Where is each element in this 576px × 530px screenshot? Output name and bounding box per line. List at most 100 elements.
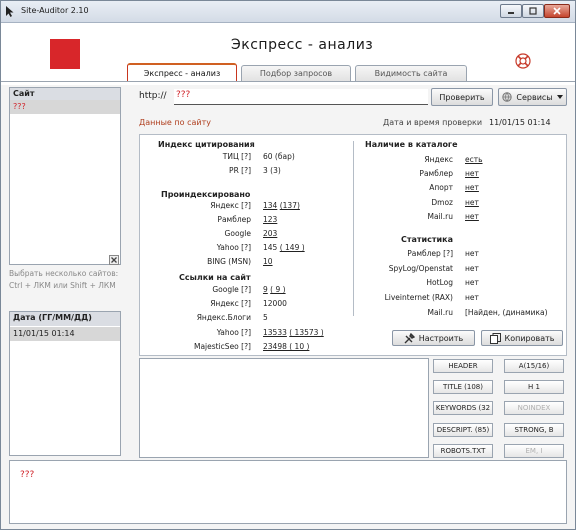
links-yandex-blogs-value: 5 [263, 313, 268, 322]
stats-title: Статистика [401, 235, 453, 244]
tab-express-analysis[interactable]: Экспресс - анализ [127, 63, 237, 82]
robots-txt-button[interactable]: ROBOTS.TXT [433, 444, 493, 458]
date-list-item[interactable]: 11/01/15 01:14 [10, 327, 120, 341]
keywords-tag-button[interactable]: KEYWORDS (32 [433, 401, 493, 415]
pr-value: 3 (3) [263, 166, 281, 175]
strong-tag-button[interactable]: STRONG, B [504, 423, 564, 437]
citation-title: Индекс цитирования [158, 140, 255, 149]
copy-button[interactable]: Копировать [481, 330, 563, 346]
description-tag-button[interactable]: DESCRIPT. (85) [433, 423, 493, 437]
noindex-tag-button[interactable]: NOINDEX [504, 401, 564, 415]
close-icon [553, 7, 561, 15]
multi-select-hint-2: Ctrl + ЛКМ или Shift + ЛКМ [9, 281, 116, 290]
indexed-google-value[interactable]: 203 [263, 229, 277, 238]
minimize-icon [508, 12, 514, 14]
url-prefix-label: http:// [139, 91, 167, 101]
copy-icon [489, 332, 501, 344]
dates-header: Дата (ГГ/ММ/ДД) [10, 312, 120, 326]
indexed-yandex-value[interactable]: 134 (137) [263, 201, 300, 210]
tab-site-visibility[interactable]: Видимость сайта [355, 65, 467, 81]
maximize-icon [529, 7, 537, 15]
minimize-button[interactable] [500, 4, 522, 18]
links-majestic-label: MajesticSeo [?] [193, 342, 251, 351]
indexed-rambler-value[interactable]: 123 [263, 215, 277, 224]
stats-spylog-label: SpyLog/Openstat [388, 264, 453, 273]
app-window: Site-Auditor 2.10 Экспресс - анализ Эксп… [0, 0, 576, 530]
catalog-rambler-label: Рамблер [419, 169, 453, 178]
catalog-yandex-label: Яндекс [424, 155, 453, 164]
check-button[interactable]: Проверить [431, 88, 493, 106]
chevron-down-icon [556, 95, 563, 99]
url-input[interactable]: ??? [174, 89, 428, 105]
status-text: ??? [20, 470, 35, 480]
services-label: Сервисы [516, 92, 553, 102]
catalogs-title: Наличие в каталоге [365, 140, 458, 149]
links-google-value[interactable]: 9 ( 9 ) [263, 285, 286, 294]
indexed-bing-label: BING (MSN) [207, 257, 251, 266]
settings-button[interactable]: Настроить [392, 330, 475, 346]
stats-mailru-label: Mail.ru [427, 308, 453, 317]
stats-hotlog-label: HotLog [426, 278, 453, 287]
title-bar: Site-Auditor 2.10 [1, 1, 575, 23]
catalog-dmoz-value[interactable]: нет [465, 198, 479, 207]
page-title: Экспресс - анализ [231, 37, 374, 53]
header-tag-button[interactable]: HEADER [433, 359, 493, 373]
site-name: ??? [13, 102, 26, 111]
links-majestic-value[interactable]: 23498 ( 10 ) [263, 342, 309, 351]
services-button[interactable]: Сервисы [498, 88, 567, 106]
delete-site-icon[interactable] [109, 255, 119, 265]
catalog-aport-value[interactable]: нет [465, 183, 479, 192]
tab-query-selection[interactable]: Подбор запросов [241, 65, 351, 81]
catalog-yandex-value[interactable]: есть [465, 155, 483, 164]
tools-icon [404, 332, 415, 343]
app-logo [50, 39, 80, 69]
stats-mailru-value[interactable]: [Найден, (динамика) [465, 308, 548, 317]
status-area: ??? [9, 460, 567, 524]
links-yahoo-label: Yahoo [?] [216, 328, 251, 337]
indexed-yandex-label: Яндекс [?] [210, 201, 251, 210]
stats-liveinternet-value: нет [465, 293, 479, 302]
tab-divider [1, 81, 575, 82]
dates-panel: Дата (ГГ/ММ/ДД) 11/01/15 01:14 [9, 311, 121, 456]
title-tag-button[interactable]: TITLE (108) [433, 380, 493, 394]
em-tag-button[interactable]: EM, I [504, 444, 564, 458]
links-yandex-value: 12000 [263, 299, 287, 308]
stats-liveinternet-label: Liveinternet (RAX) [384, 293, 453, 302]
cursor-icon [6, 6, 14, 17]
site-data-title: Данные по сайту [139, 118, 211, 127]
site-list-item[interactable]: ??? [10, 100, 120, 114]
maximize-button[interactable] [522, 4, 544, 18]
indexed-bing-value[interactable]: 10 [263, 257, 273, 266]
help-lifebuoy-icon[interactable] [515, 53, 531, 69]
catalog-dmoz-label: Dmoz [431, 198, 453, 207]
date-value: 11/01/15 01:14 [13, 329, 75, 338]
check-datetime-label: Дата и время проверки [383, 118, 483, 127]
links-yahoo-value[interactable]: 13533 ( 13573 ) [263, 328, 324, 337]
sites-header: Сайт [10, 88, 120, 100]
tic-label: ТИЦ [?] [222, 152, 251, 161]
output-text-area[interactable] [139, 358, 429, 458]
indexed-yahoo-label: Yahoo [?] [216, 243, 251, 252]
indexed-google-label: Google [224, 229, 251, 238]
h1-tag-button[interactable]: H 1 [504, 380, 564, 394]
indexed-rambler-label: Рамблер [217, 215, 251, 224]
catalog-mailru-value[interactable]: нет [465, 212, 479, 221]
sites-panel: Сайт ??? [9, 87, 121, 265]
links-yandex-blogs-label: Яндекс.Блоги [196, 313, 251, 322]
links-yandex-label: Яндекс [?] [210, 299, 251, 308]
column-divider [353, 141, 354, 316]
tic-value: 60 (бар) [263, 152, 295, 161]
catalog-aport-label: Апорт [429, 183, 453, 192]
window-title: Site-Auditor 2.10 [21, 6, 89, 15]
a-tag-button[interactable]: A(15/16) [504, 359, 564, 373]
indexed-title: Проиндексировано [161, 190, 251, 199]
catalog-mailru-label: Mail.ru [427, 212, 453, 221]
check-datetime-value: 11/01/15 01:14 [489, 118, 551, 127]
indexed-yahoo-value[interactable]: 145 ( 149 ) [263, 243, 305, 252]
catalog-rambler-value[interactable]: нет [465, 169, 479, 178]
globe-icon [502, 92, 513, 102]
stats-spylog-value: нет [465, 264, 479, 273]
stats-hotlog-value: нет [465, 278, 479, 287]
close-button[interactable] [544, 4, 570, 18]
pr-label: PR [?] [229, 166, 251, 175]
